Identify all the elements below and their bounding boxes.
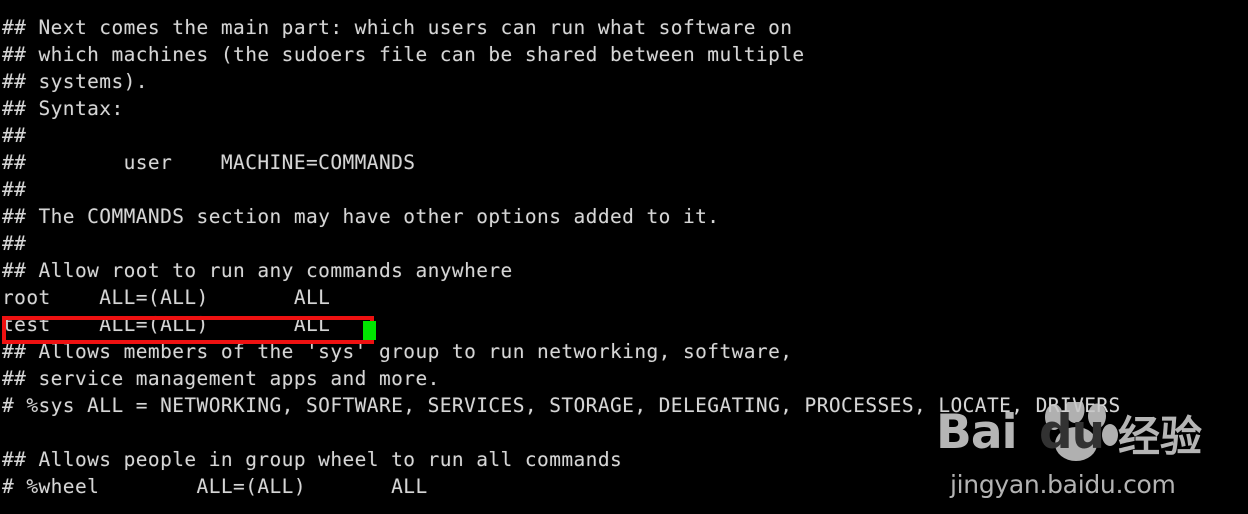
terminal-line: ## <box>2 178 27 201</box>
terminal-line: ## The COMMANDS section may have other o… <box>2 205 720 228</box>
terminal-line: ## <box>2 124 27 147</box>
terminal-line: root ALL=(ALL) ALL <box>2 286 331 309</box>
terminal-line: ## user MACHINE=COMMANDS <box>2 151 416 174</box>
terminal-line: ## Syntax: <box>2 97 124 120</box>
terminal-line: ## Next comes the main part: which users… <box>2 16 793 39</box>
watermark-du-text: du <box>1039 405 1105 460</box>
watermark-bai-text: Bai <box>936 405 1018 460</box>
watermark-logo: Bai du 经验 <box>936 402 1226 466</box>
baidu-jingyan-watermark: Bai du 经验 jingyan.baidu.com <box>936 402 1226 506</box>
watermark-url: jingyan.baidu.com <box>950 470 1176 499</box>
terminal-line: ## Allows members of the 'sys' group to … <box>2 340 793 363</box>
terminal-line: test ALL=(ALL) ALL <box>2 313 331 336</box>
terminal-line: ## service management apps and more. <box>2 367 440 390</box>
terminal-line: ## systems). <box>2 70 148 93</box>
terminal-line: ## Allow root to run any commands anywhe… <box>2 259 513 282</box>
terminal-line: ## which machines (the sudoers file can … <box>2 43 805 66</box>
terminal-line: ## <box>2 232 27 255</box>
terminal-window[interactable]: ## Next comes the main part: which users… <box>0 0 1248 514</box>
watermark-jingyan-text: 经验 <box>1118 412 1203 461</box>
text-cursor <box>363 321 376 340</box>
